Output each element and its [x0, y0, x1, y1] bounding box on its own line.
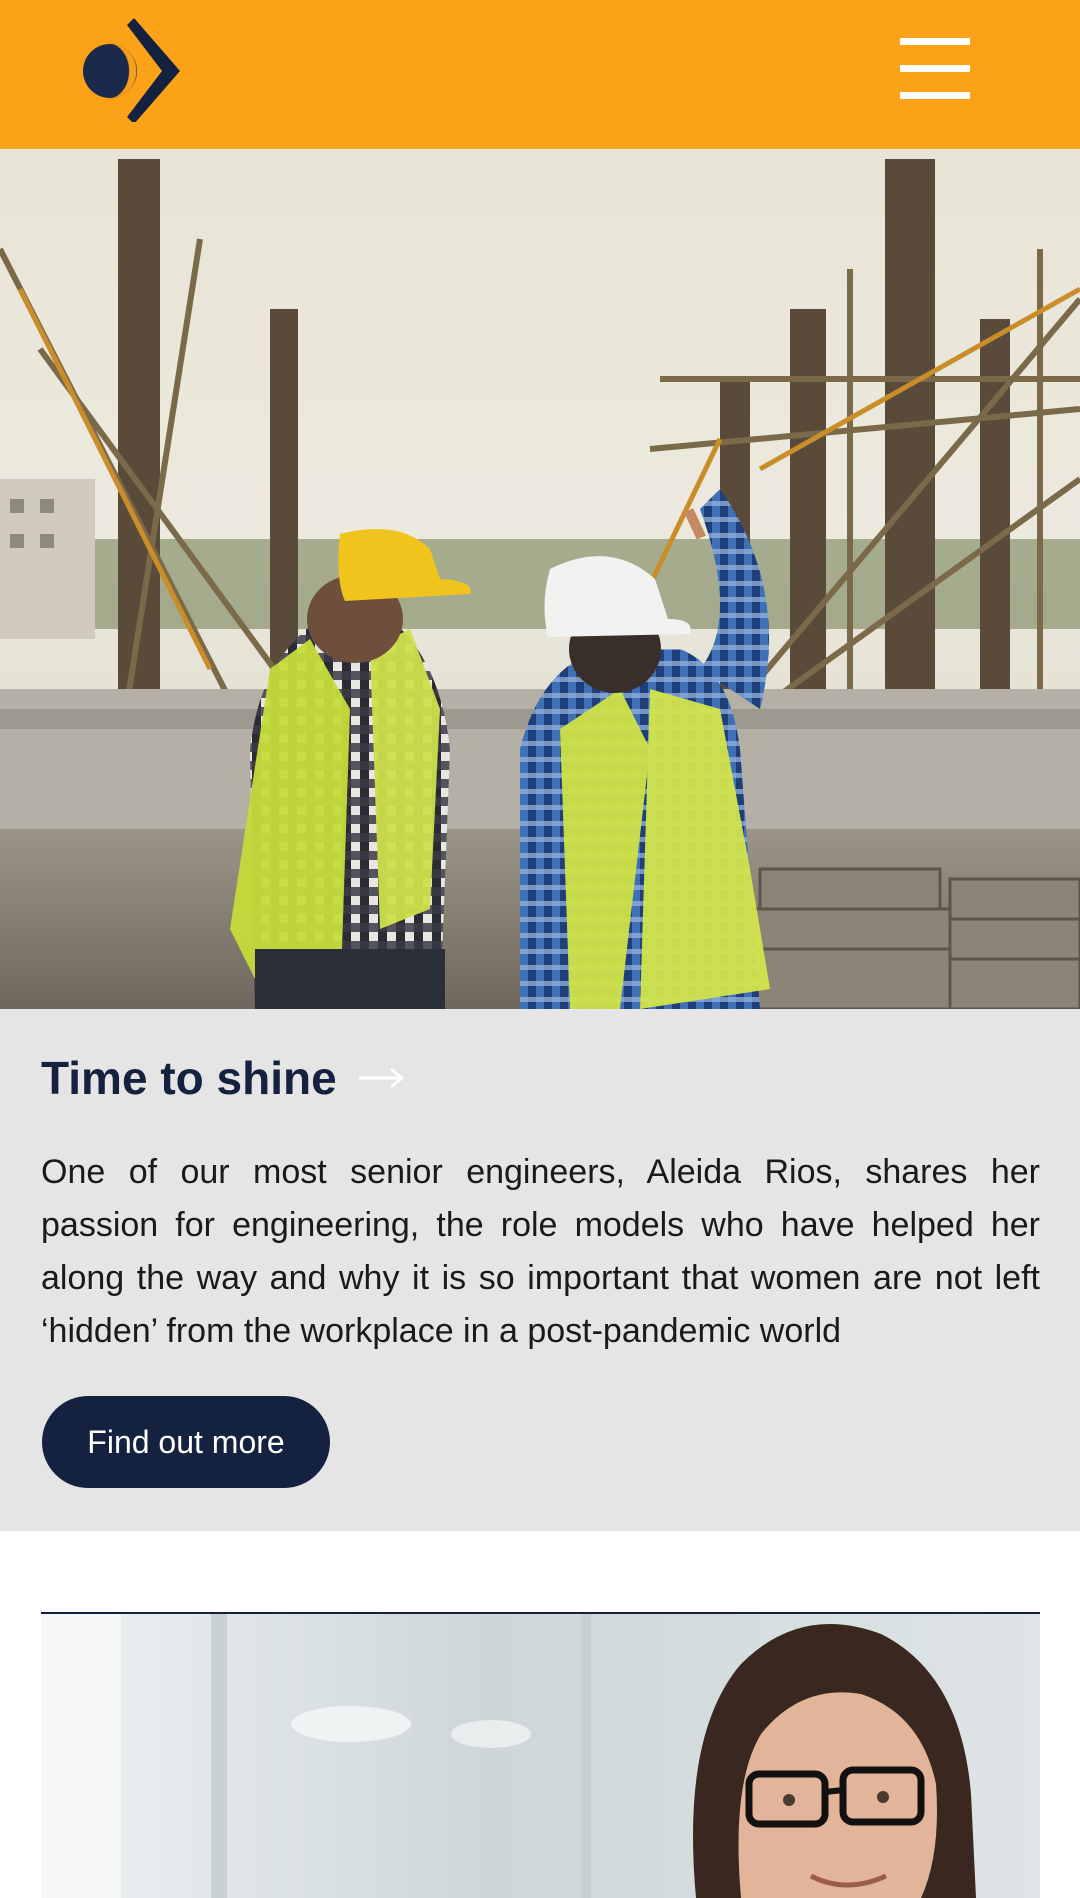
find-out-more-button[interactable]: Find out more: [42, 1396, 330, 1488]
card-title-link[interactable]: Time to shine: [41, 1045, 405, 1111]
menu-bar-middle: [900, 65, 970, 72]
card-title: Time to shine: [41, 1052, 337, 1104]
card-description: One of our most senior engineers, Aleida…: [41, 1153, 1040, 1350]
site-header: [0, 0, 1080, 149]
hamburger-menu-icon[interactable]: [894, 32, 978, 106]
woman-with-glasses-photo: [41, 1614, 1040, 1898]
brand-logo-icon[interactable]: [80, 16, 184, 124]
menu-bar-bottom: [900, 92, 970, 99]
arrow-right-icon: [358, 1067, 405, 1089]
menu-bar-top: [900, 38, 970, 45]
hero-construction-engineers-photo: [0, 149, 1080, 1009]
